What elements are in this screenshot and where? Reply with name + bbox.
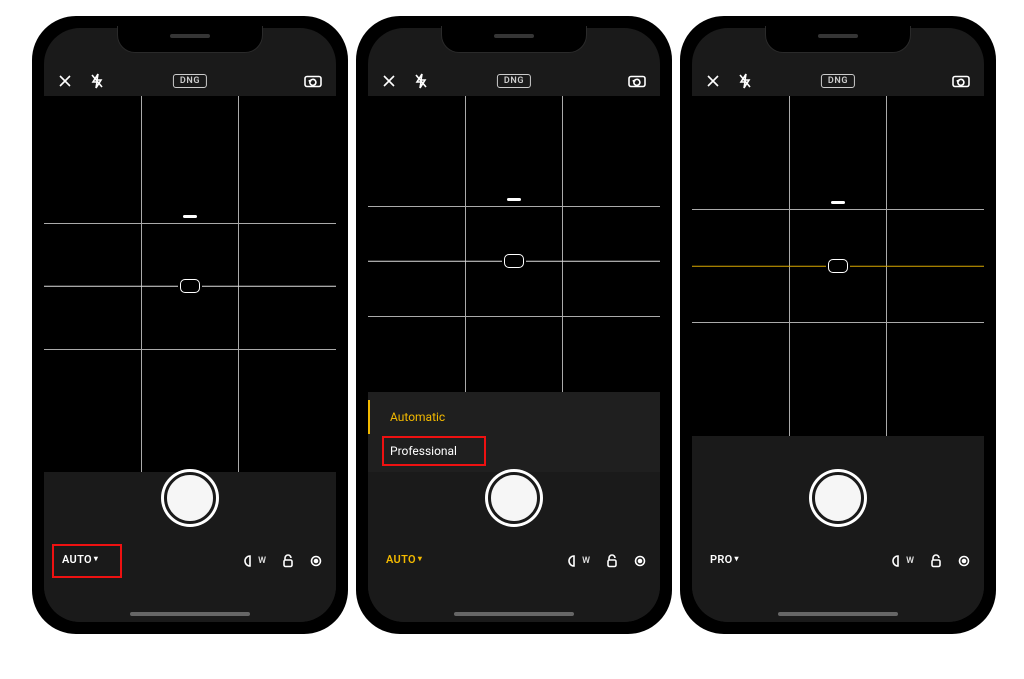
format-badge[interactable]: DNG [497,74,531,89]
top-bar: DNG [692,67,984,95]
top-bar: DNG [44,67,336,95]
level-indicator-top [507,198,521,201]
top-bar: DNG [368,67,660,95]
home-indicator [778,612,898,616]
phone-frame-2: DNG ⋮ Automatic Professional High Dynami… [356,16,672,634]
switch-camera-icon[interactable] [304,74,322,88]
device-notch [117,26,263,53]
capture-mode-label: AUTO [386,553,416,566]
viewfinder[interactable] [368,96,660,426]
capture-mode-dropdown[interactable]: PRO ▾ [710,553,739,566]
chevron-down-icon: ▾ [418,554,422,563]
shutter-button[interactable] [812,472,864,524]
lens-label: W [258,556,266,566]
viewfinder[interactable] [692,96,984,436]
device-notch [441,26,587,53]
lens-toggle[interactable]: W [568,555,590,567]
focus-box [504,254,524,268]
device-notch [765,26,911,53]
capture-mode-label: AUTO [62,553,92,566]
shutter-button[interactable] [488,472,540,524]
mode-option-automatic[interactable]: Automatic [368,400,660,434]
lock-icon[interactable] [930,554,942,568]
lens-toggle[interactable]: W [244,555,266,567]
lens-label: W [582,556,590,566]
presets-icon[interactable] [634,555,646,567]
close-icon[interactable] [706,74,720,88]
lens-toggle[interactable]: W [892,555,914,567]
home-indicator [454,612,574,616]
lock-icon[interactable] [606,554,618,568]
level-indicator-top [183,215,197,218]
switch-camera-icon[interactable] [952,74,970,88]
phone-frame-1: DNG ⋮ AUTO ▾ [32,16,348,634]
level-indicator-top [831,201,845,204]
mode-option-professional[interactable]: Professional [368,434,660,468]
flash-off-icon[interactable] [738,73,752,89]
shutter-button[interactable] [164,472,216,524]
close-icon[interactable] [58,74,72,88]
phone-frame-3: DNG ⋮ Exp 0.0 Sec AUTO ISO AUTO [680,16,996,634]
presets-icon[interactable] [958,555,970,567]
lens-label: W [906,556,914,566]
format-badge[interactable]: DNG [821,74,855,89]
home-indicator [130,612,250,616]
close-icon[interactable] [382,74,396,88]
focus-box [180,279,200,293]
capture-mode-label: PRO [710,553,733,566]
format-badge[interactable]: DNG [173,74,207,89]
presets-icon[interactable] [310,555,322,567]
flash-off-icon[interactable] [90,73,104,89]
chevron-down-icon: ▾ [94,554,98,563]
capture-mode-dropdown[interactable]: AUTO ▾ [386,553,422,566]
flash-off-icon[interactable] [414,73,428,89]
capture-mode-dropdown[interactable]: AUTO ▾ [62,553,98,566]
lock-icon[interactable] [282,554,294,568]
focus-box [828,259,848,273]
viewfinder[interactable] [44,96,336,476]
switch-camera-icon[interactable] [628,74,646,88]
chevron-down-icon: ▾ [735,554,739,563]
